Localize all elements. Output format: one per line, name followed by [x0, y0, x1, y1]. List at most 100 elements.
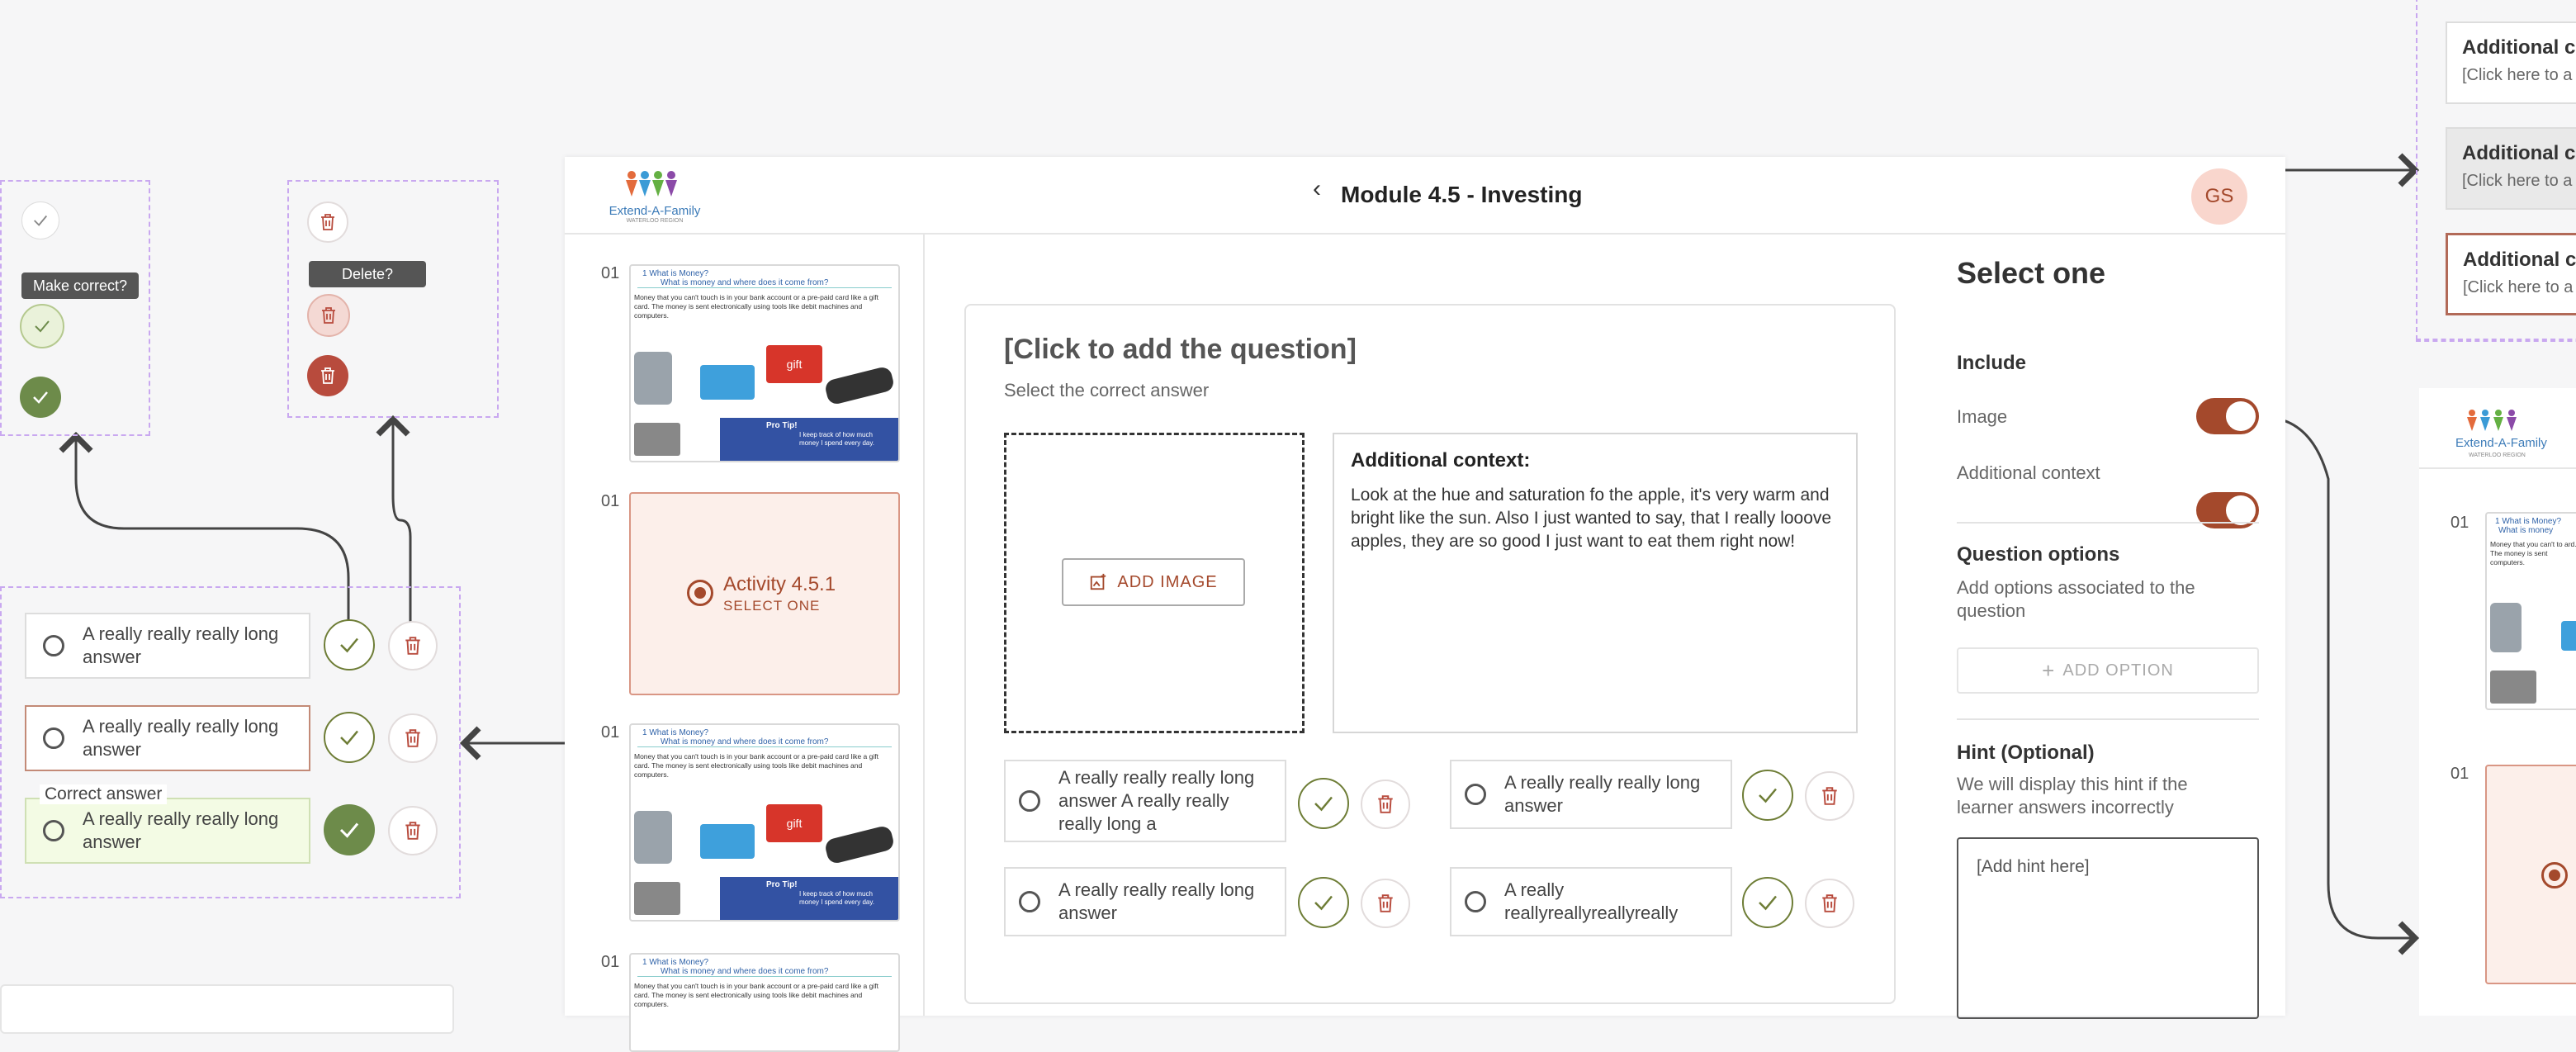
answer-state-default[interactable]: A really really really long answer — [25, 613, 310, 679]
bank-card-image — [700, 365, 755, 400]
annotation-delete: Delete? — [287, 180, 499, 418]
add-image-label: ADD IMAGE — [1117, 572, 1218, 591]
mark-correct-button[interactable] — [1742, 877, 1793, 928]
preview-thumbnail[interactable]: 1 What is Money? What is money Money tha… — [2485, 512, 2576, 710]
answer-option[interactable]: A really really really long answer — [1450, 760, 1732, 829]
check-icon — [1759, 788, 1777, 803]
context-card-title: Additional co — [2462, 142, 2576, 164]
terminal-image — [823, 365, 896, 406]
answer-state-correct[interactable]: A really really really long answer — [25, 798, 310, 864]
delete-tooltip: Delete? — [309, 261, 426, 287]
check-hover-icon[interactable] — [20, 304, 64, 348]
question-subtitle: Select the correct answer — [1004, 380, 1210, 400]
trash-icon[interactable] — [388, 713, 438, 763]
pro-tip-body: I keep track of how much money I spend e… — [799, 890, 875, 906]
back-button[interactable]: ‹ — [1313, 175, 1321, 203]
delete-answer-button[interactable] — [1805, 771, 1854, 821]
slide-thumbnail[interactable]: 1 What is Money? What is money and where… — [629, 264, 900, 462]
make-correct-tooltip: Make correct? — [21, 272, 139, 299]
bank-card-image — [2561, 621, 2576, 651]
answer-text: A really reallyreallyreallyreally — [1504, 879, 1679, 923]
hint-desc: We will display this hint if the learner… — [1957, 774, 2188, 817]
answer-option[interactable]: A really really really long answer A rea… — [1004, 760, 1286, 842]
delete-answer-button[interactable] — [1805, 879, 1854, 928]
image-toggle[interactable] — [2196, 398, 2259, 434]
radio-icon — [1465, 891, 1486, 912]
answer-state-hover[interactable]: A really really really long answer — [25, 705, 310, 771]
answer-text: A really really really long answer — [1058, 879, 1255, 923]
plus-icon: + — [2042, 657, 2055, 683]
trash-icon[interactable] — [388, 806, 438, 855]
check-icon — [1314, 895, 1333, 911]
thumb-title: 1 What is Money? — [642, 728, 709, 737]
radio-icon — [1465, 784, 1486, 805]
slide-thumbnail[interactable]: 1 What is Money? What is money and where… — [629, 723, 900, 922]
gift-card-image: gift — [766, 345, 822, 383]
thumb-body: Money that you can't touch is in your ba… — [634, 982, 878, 1008]
context-card-sub: [Click here to a — [2462, 66, 2573, 84]
preview-activity-thumbnail[interactable] — [2485, 765, 2576, 984]
mark-correct-button[interactable] — [1298, 877, 1349, 928]
check-active-icon[interactable] — [20, 377, 61, 418]
answer-option[interactable]: A really really really long answer — [1004, 867, 1286, 936]
preview-slide-number: 01 — [2451, 765, 2469, 783]
additional-context-box[interactable]: Additional context: Look at the hue and … — [1333, 433, 1858, 733]
add-image-button[interactable]: ADD IMAGE — [1062, 558, 1245, 606]
radio-icon — [43, 727, 64, 749]
thumb-subtitle: What is money and where does it come fro… — [637, 278, 892, 288]
context-card-title: Additional co — [2462, 36, 2576, 59]
hint-input[interactable]: [Add hint here] — [1957, 837, 2259, 1019]
answer-option[interactable]: A really reallyreallyreallyreally — [1450, 867, 1732, 936]
terminal-image — [823, 824, 896, 865]
laptop-image — [634, 423, 680, 456]
thumb-body: Money that you can't to ard. The money i… — [2490, 540, 2576, 566]
mark-correct-button[interactable] — [1742, 770, 1793, 821]
slide-thumbnail-active[interactable]: Activity 4.5.1 SELECT ONE — [629, 492, 900, 695]
card-reader-image — [634, 352, 672, 405]
pro-tip-body: I keep track of how much money I spend e… — [799, 431, 875, 447]
check-icon[interactable] — [324, 619, 375, 671]
context-state-default[interactable]: Additional co [Click here to a — [2446, 21, 2576, 104]
radio-icon — [43, 635, 64, 656]
slide-number: 01 — [601, 492, 620, 510]
pro-tip-title: Pro Tip! — [766, 880, 798, 889]
check-icon[interactable] — [324, 712, 375, 763]
preview-logo-subtext: WATERLOO REGION — [2469, 453, 2526, 458]
bank-card-image — [700, 824, 755, 859]
slide-thumbnail[interactable]: 1 What is Money? What is money and where… — [629, 953, 900, 1052]
check-icon — [1314, 796, 1333, 812]
question-options-desc: Add options associated to the question — [1957, 577, 2195, 621]
trash-active-icon[interactable] — [307, 355, 348, 396]
question-title[interactable]: [Click to add the question] — [1004, 334, 1357, 366]
image-toggle-label: Image — [1957, 406, 2008, 427]
logo[interactable]: Extend-A-Family WATERLOO REGION — [601, 168, 708, 224]
avatar[interactable]: GS — [2191, 168, 2247, 225]
context-card-sub: [Click here to a — [2463, 278, 2574, 296]
context-state-hover[interactable]: Additional co [Click here to a — [2446, 127, 2576, 210]
delete-answer-button[interactable] — [1361, 780, 1410, 829]
answer-text: A really really really long answer — [83, 716, 279, 760]
context-body: Look at the hue and saturation fo the ap… — [1351, 486, 1832, 551]
context-state-active[interactable]: Additional co [Click here to a — [2446, 233, 2576, 315]
delete-answer-button[interactable] — [1361, 879, 1410, 928]
preview-frame: Extend-A-Family WATERLOO REGION 01 1 Wha… — [2419, 388, 2576, 1016]
mark-correct-button[interactable] — [1298, 778, 1349, 829]
trash-icon[interactable] — [388, 621, 438, 671]
check-active-icon[interactable] — [324, 804, 375, 855]
trash-hover-icon[interactable] — [307, 294, 350, 337]
trash-icon[interactable] — [307, 201, 348, 243]
slide-sidebar: 01 1 What is Money? What is money and wh… — [565, 235, 925, 1052]
answer-text: A really really really long answer — [83, 808, 279, 852]
preview-logo-text: Extend-A-Family — [2455, 436, 2547, 450]
pro-tip-banner: Pro Tip! I keep track of how much money … — [720, 877, 898, 920]
pro-tip-title: Pro Tip! — [766, 421, 798, 430]
check-icon[interactable] — [21, 201, 59, 239]
image-plus-icon — [1091, 573, 1106, 590]
radio-icon — [1019, 790, 1040, 812]
activity-subtitle: SELECT ONE — [723, 598, 821, 614]
question-editor-card: [Click to add the question] Select the c… — [964, 304, 1896, 1004]
radio-selected-icon — [2541, 862, 2568, 889]
radio-icon — [1019, 891, 1040, 912]
add-option-button[interactable]: + ADD OPTION — [1957, 647, 2259, 694]
slide-number: 01 — [601, 264, 620, 282]
